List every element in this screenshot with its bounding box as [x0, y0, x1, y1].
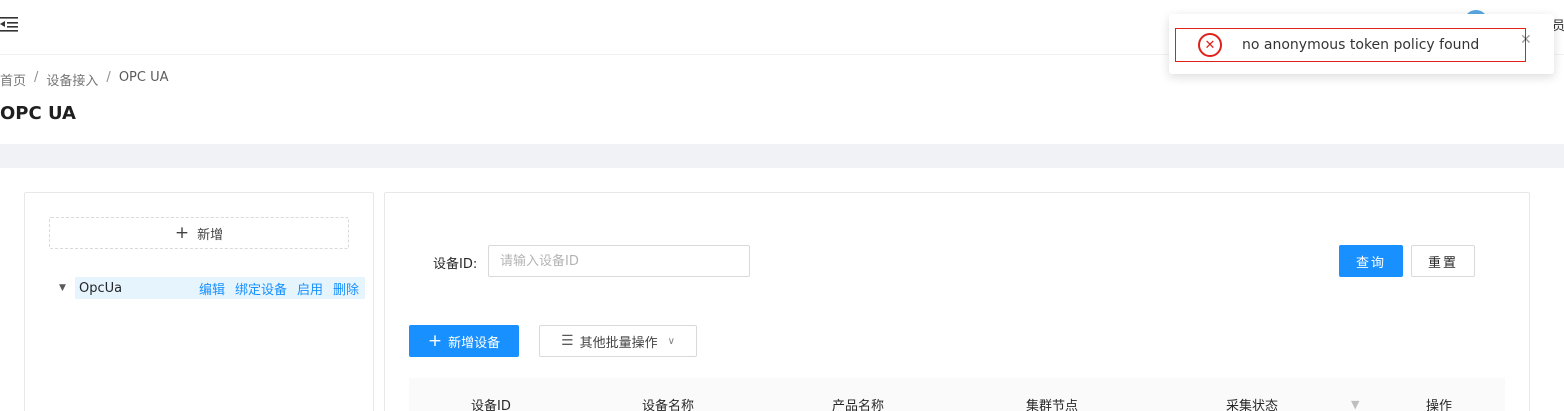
channel-tree-panel: + 新增 ▼ OpcUa 编辑 绑定设备 启用 删除 [24, 192, 374, 411]
batch-actions-label: 其他批量操作 [579, 335, 658, 351]
query-button[interactable]: 查询 [1339, 245, 1403, 277]
error-notification: ✕ no anonymous token policy found [1169, 14, 1554, 74]
edit-link[interactable]: 编辑 [199, 279, 225, 298]
content-area: + 新增 ▼ OpcUa 编辑 绑定设备 启用 删除 设备ID: 查询 重置 +… [0, 168, 1564, 411]
tree-node-title[interactable]: OpcUa [79, 281, 199, 296]
add-channel-label: 新增 [197, 227, 224, 243]
filter-icon[interactable]: ▼ [1351, 398, 1359, 411]
plus-icon: + [427, 330, 443, 351]
breadcrumb-section[interactable]: 设备接入 [46, 70, 98, 89]
enable-link[interactable]: 启用 [297, 279, 323, 298]
column-actions: 操作 [1426, 399, 1453, 411]
tree-node-body: OpcUa 编辑 绑定设备 启用 删除 [75, 277, 365, 299]
tree-node-opcua: ▼ OpcUa 编辑 绑定设备 启用 删除 [59, 277, 365, 299]
device-list-panel: 设备ID: 查询 重置 + 新增设备 ☰ 其他批量操作 ∨ 设备ID 设备名称 … [384, 192, 1530, 411]
plus-icon: + [174, 222, 190, 243]
page-title: OPC UA [0, 103, 76, 124]
breadcrumb-separator: / [106, 70, 111, 85]
breadcrumb-separator: / [34, 70, 39, 85]
chevron-down-icon: ∨ [667, 335, 675, 347]
table-header: 设备ID 设备名称 产品名称 集群节点 采集状态 ▼ 操作 [409, 378, 1505, 411]
unordered-list-icon: ☰ [561, 333, 574, 349]
breadcrumb-home[interactable]: 首页 [0, 70, 26, 89]
close-icon[interactable]: ✕ [1520, 32, 1532, 48]
add-device-button[interactable]: + 新增设备 [409, 325, 519, 357]
notification-body: ✕ no anonymous token policy found [1175, 28, 1526, 62]
column-collect-status: 采集状态 [1226, 399, 1279, 411]
menu-fold-icon[interactable] [0, 14, 22, 34]
breadcrumb-current: OPC UA [118, 70, 169, 85]
add-device-label: 新增设备 [448, 335, 501, 351]
bind-device-link[interactable]: 绑定设备 [235, 279, 287, 298]
delete-link[interactable]: 删除 [333, 279, 359, 298]
close-circle-icon: ✕ [1198, 33, 1222, 57]
add-channel-button[interactable]: + 新增 [49, 217, 349, 249]
reset-button[interactable]: 重置 [1411, 245, 1475, 277]
device-id-input[interactable] [488, 245, 750, 277]
breadcrumb: 首页 / 设备接入 / OPC UA [0, 70, 169, 89]
tree-node-actions: 编辑 绑定设备 启用 删除 [199, 279, 365, 298]
batch-actions-dropdown[interactable]: ☰ 其他批量操作 ∨ [539, 325, 697, 357]
caret-down-icon[interactable]: ▼ [59, 283, 73, 293]
column-device-id: 设备ID [471, 399, 511, 411]
column-device-name: 设备名称 [642, 399, 695, 411]
notification-message: no anonymous token policy found [1242, 37, 1480, 53]
column-cluster-node: 集群节点 [1026, 399, 1079, 411]
device-id-label: 设备ID: [433, 257, 478, 272]
column-product-name: 产品名称 [832, 399, 885, 411]
